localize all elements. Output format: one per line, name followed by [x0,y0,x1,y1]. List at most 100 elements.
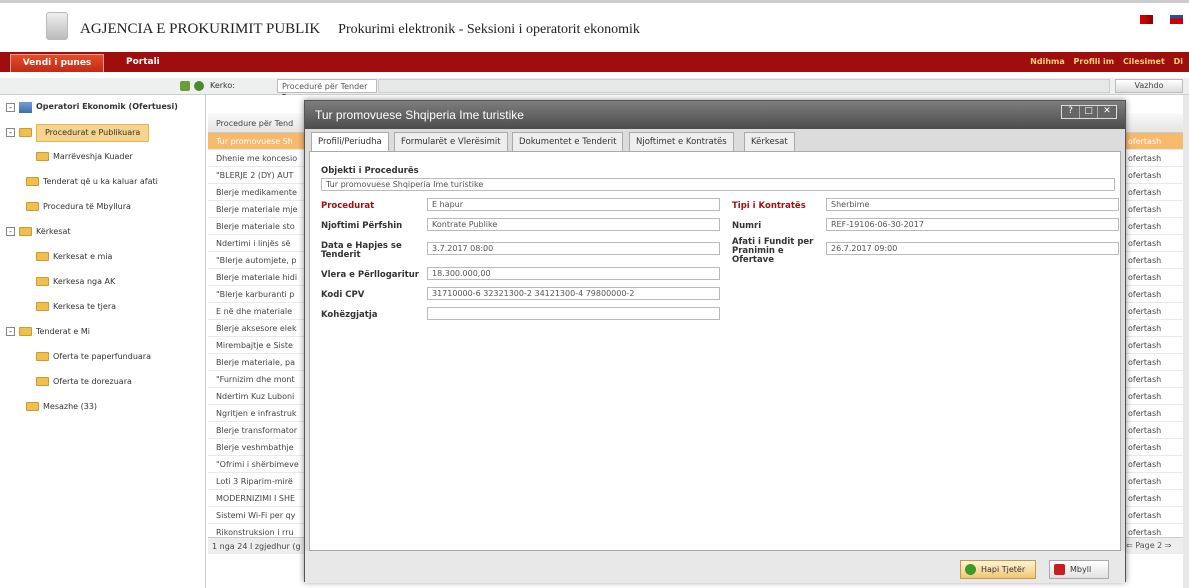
close-button[interactable]: Mbyll [1049,560,1109,579]
njoftimi-label: Njoftimi Përfshin [321,221,403,231]
sidebar-item[interactable]: Kerkesat e mia [36,249,112,265]
procedure-name-cell: Rikonstruksion i rru [216,528,294,537]
procedure-name-cell: Blerje materiale hidi [216,273,298,282]
close-x-icon [1054,564,1065,575]
folder-icon [36,152,49,162]
offer-status-cell: ofertash [1128,426,1162,435]
flag-albania-icon[interactable] [1140,15,1153,24]
offer-status-cell: ofertash [1128,358,1162,367]
more-link[interactable]: Di [1174,57,1183,66]
sidebar-item[interactable]: Mesazhe (33) [26,399,97,415]
folder-icon [26,177,39,187]
tree-collapse-icon[interactable]: - [6,128,15,138]
search-toolbar: Kerko: Procedurë për Tender ▾ Vazhdo [0,78,1189,100]
procedure-name-cell: "Furnizim dhe mont [216,375,295,384]
sidebar-item-label: Mesazhe (33) [43,401,98,411]
tab-kerkesat[interactable]: Kërkesat [744,132,795,151]
offer-status-cell: ofertash [1128,460,1162,469]
tab-dokumentet[interactable]: Dokumentet e Tenderit [512,132,624,151]
tab-profili-periudha[interactable]: Profili/Periudha [311,132,389,152]
users-icon[interactable] [180,81,190,91]
search-type-value: Procedurë për Tender [282,82,368,91]
folder-icon [36,352,49,362]
tipi-field[interactable]: Sherbime [826,198,1119,211]
vertical-scrollbar[interactable] [1183,95,1189,588]
folder-icon [19,128,32,138]
help-icon[interactable]: ? [1062,106,1080,118]
flag-english-icon[interactable] [1170,15,1183,24]
tab-vendi-i-punes[interactable]: Vendi i punes [10,54,104,72]
procedure-name-cell: Blerje materiale, pa [216,358,295,367]
afati-field[interactable]: 26.7.2017 09:00 [826,242,1119,255]
offer-status-cell: ofertash [1128,290,1162,299]
offer-status-cell: ofertash [1128,392,1162,401]
tree-collapse-icon[interactable]: - [6,227,15,237]
object-field[interactable]: Tur promovuese Shqiperia Ime turistike [321,178,1115,191]
offer-status-cell: ofertash [1128,137,1162,146]
settings-link[interactable]: Cilesimet [1123,57,1165,66]
tree-collapse-icon[interactable]: - [6,102,15,112]
sidebar-item-label: Tenderat që u ka kaluar afati [43,176,158,186]
sidebar-item[interactable]: - Kërkesat [6,224,71,240]
tab-portali[interactable]: Portali [116,54,170,72]
sidebar-item[interactable]: Kerkesa nga AK [36,274,115,290]
offer-status-cell: ofertash [1128,188,1162,197]
offer-status-cell: ofertash [1128,528,1162,537]
data-hapjes-field[interactable]: 3.7.2017 08:00 [427,242,720,255]
folder-icon [19,227,32,237]
sidebar-item[interactable]: Procedura të Mbyllura [26,199,131,215]
search-type-select[interactable]: Procedurë për Tender ▾ [277,79,377,100]
procedure-name-cell: "BLERJE 2 (DY) AUT [216,171,294,180]
vlera-field[interactable]: 18.300.000,00 [427,267,720,280]
offer-status-cell: ofertash [1128,477,1162,486]
offer-status-cell: ofertash [1128,171,1162,180]
tab-njoftimet[interactable]: Njoftimet e Kontratës [629,132,734,151]
sidebar-item[interactable]: - Procedurat e Publikuara [6,123,150,142]
procedure-name-cell: Ndertimi i linjës së [216,239,291,248]
grid-header-cell[interactable]: Procedure për Tend [216,119,293,128]
procedure-name-cell: Blerje transformator [216,426,298,435]
sidebar-item-label: Marrëveshja Kuader [53,151,133,161]
dialog-titlebar[interactable]: Tur promovuese Shqiperia Ime turistike ?… [305,101,1125,129]
tab-formularet[interactable]: Formularët e Vlerësimit [394,132,508,151]
close-icon[interactable]: ✕ [1098,106,1116,118]
data-hapjes-label: Data e Hapjes se Tenderit [321,241,402,260]
sidebar-item[interactable]: Kerkesa te tjera [36,299,116,315]
cpv-field[interactable]: 31710000-6 32321300-2 34121300-4 7980000… [427,287,720,300]
folder-icon [26,402,39,412]
tipi-label: Tipi i Kontratës [732,201,806,211]
sidebar-item[interactable]: Marrëveshja Kuader [36,149,133,165]
sidebar-item-label: Kërkesat [36,226,71,236]
organization-icon [19,101,32,113]
sidebar-item[interactable]: - Operatori Ekonomik (Ofertuesi) [6,99,178,115]
procedurat-field[interactable]: E hapur [427,198,720,211]
sidebar-item[interactable]: Tenderat që u ka kaluar afati [26,174,158,190]
offer-status-cell: ofertash [1128,239,1162,248]
numri-field[interactable]: REF-19106-06-30-2017 [826,218,1119,231]
refresh-icon[interactable] [194,81,204,91]
numri-label: Numri [732,221,762,231]
header-title: AGJENCIA E PROKURIMIT PUBLIK Prokurimi el… [80,21,640,38]
sidebar-item-label: Oferta te dorezuara [53,376,132,386]
pager[interactable]: ⇐ Page 2 ⇒ [1126,541,1172,550]
kohezgjatja-field[interactable] [427,307,720,320]
njoftimi-field[interactable]: Kontrate Publike [427,218,720,231]
sidebar-item[interactable]: Oferta te dorezuara [36,374,132,390]
maximize-icon[interactable]: □ [1080,106,1098,118]
offer-status-cell: ofertash [1128,494,1162,503]
app-header: AGJENCIA E PROKURIMIT PUBLIK Prokurimi el… [0,0,1189,52]
folder-icon [36,377,49,387]
help-link[interactable]: Ndihma [1030,57,1065,66]
header-subtitle: Prokurimi elektronik - Seksioni i operat… [338,22,640,37]
profile-link[interactable]: Profili im [1074,57,1115,66]
sidebar-item[interactable]: Oferta te paperfunduara [36,349,151,365]
nav-links: Ndihma Profili im Cilesimet Di [1030,57,1189,66]
search-input[interactable] [378,79,1110,93]
next-step-button[interactable]: Hapi Tjetër [960,560,1036,579]
offer-status-cell: ofertash [1128,205,1162,214]
procedure-name-cell: Blerje materiale mje [216,205,298,214]
dialog-body: Profili/Periudha Formularët e Vlerësimit… [305,129,1125,583]
sidebar-item[interactable]: - Tenderat e Mi [6,324,90,340]
tree-collapse-icon[interactable]: - [6,327,15,337]
continue-button[interactable]: Vazhdo [1115,79,1183,93]
